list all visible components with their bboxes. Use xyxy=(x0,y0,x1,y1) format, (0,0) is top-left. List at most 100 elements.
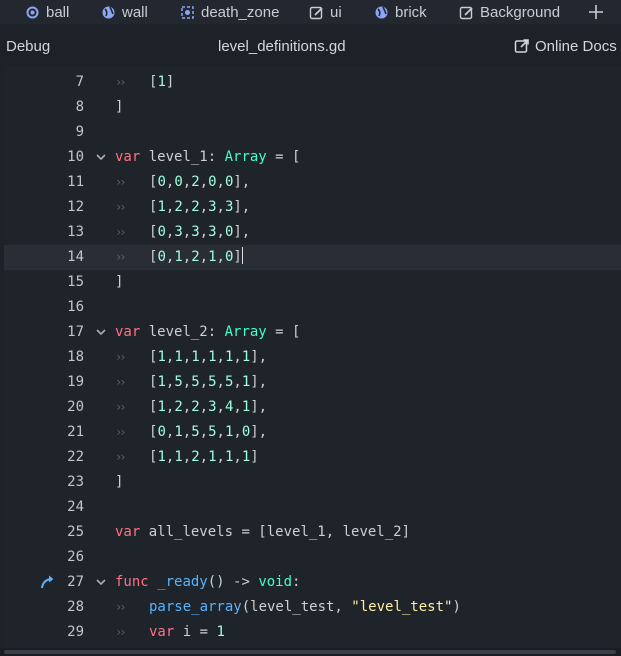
code-line[interactable]: 29 ›› var i = 1 xyxy=(4,620,621,645)
code-text: ] xyxy=(115,274,124,290)
code-line[interactable]: 18 ›› [1,1,1,1,1,1], xyxy=(4,345,621,370)
indent-marker-icon: ›› xyxy=(115,75,127,89)
scene-tab-bar: ball wall death_zone ui brick Background xyxy=(0,0,621,24)
indent-marker-icon: ›› xyxy=(115,450,127,464)
indent-marker-icon: ›› xyxy=(115,350,127,364)
code-line[interactable]: 8] xyxy=(4,95,621,120)
tab-brick[interactable]: brick xyxy=(373,0,427,24)
debug-menu[interactable]: Debug xyxy=(6,38,50,55)
line-number: 18 xyxy=(67,349,84,365)
external-link-icon xyxy=(514,38,530,54)
fold-arrow-icon[interactable] xyxy=(96,320,108,345)
code-line[interactable]: 16 xyxy=(4,295,621,320)
tab-death-zone[interactable]: death_zone xyxy=(179,0,279,24)
control-node-icon xyxy=(308,4,324,20)
globe-icon xyxy=(100,4,116,20)
online-docs-button[interactable]: Online Docs xyxy=(514,38,617,55)
scrollbar-thumb[interactable] xyxy=(4,650,616,654)
code-text: [1] xyxy=(149,74,175,90)
line-number: 15 xyxy=(67,274,84,290)
indent-marker-icon: ›› xyxy=(115,375,127,389)
line-number: 29 xyxy=(67,624,84,640)
tab-label: death_zone xyxy=(201,3,280,21)
code-line[interactable]: 27 func _ready() -> void: xyxy=(4,570,621,595)
code-text: func _ready() -> void: xyxy=(115,574,301,590)
script-toolbar: Debug level_definitions.gd Online Docs xyxy=(0,34,621,58)
code-line[interactable]: 10 var level_1: Array = [ xyxy=(4,145,621,170)
tab-wall[interactable]: wall xyxy=(100,0,148,24)
line-number: 11 xyxy=(67,174,84,190)
code-line[interactable]: 9 xyxy=(4,120,621,145)
indent-marker-icon: ›› xyxy=(115,400,127,414)
tab-background[interactable]: Background xyxy=(458,0,560,24)
line-number: 10 xyxy=(67,149,84,165)
code-text: [1,2,2,3,4,1], xyxy=(149,399,268,415)
code-text: [1,5,5,5,5,1], xyxy=(149,374,268,390)
code-line[interactable]: 11 ›› [0,0,2,0,0], xyxy=(4,170,621,195)
line-number: 19 xyxy=(67,374,84,390)
line-number: 28 xyxy=(67,599,84,615)
area-node-icon xyxy=(179,4,195,20)
indent-marker-icon: ›› xyxy=(115,625,127,639)
indent-marker-icon: ›› xyxy=(115,225,127,239)
ball-node-icon xyxy=(24,4,40,20)
code-line[interactable]: 24 xyxy=(4,495,621,520)
indent-marker-icon: ›› xyxy=(115,600,127,614)
line-number: 25 xyxy=(67,524,84,540)
line-number: 24 xyxy=(67,499,84,515)
control-node-icon xyxy=(458,4,474,20)
line-number: 20 xyxy=(67,399,84,415)
line-number: 12 xyxy=(67,199,84,215)
line-number: 23 xyxy=(67,474,84,490)
code-text: parse_array(level_test, "level_test") xyxy=(149,599,461,615)
line-number: 21 xyxy=(67,424,84,440)
code-text: [0,1,5,5,1,0], xyxy=(149,424,268,440)
fold-arrow-icon[interactable] xyxy=(96,570,108,595)
line-number: 16 xyxy=(67,299,84,315)
code-text: var i = 1 xyxy=(149,624,225,640)
code-text: ] xyxy=(115,99,124,115)
code-text: [0,1,2,1,0] xyxy=(149,247,243,265)
code-text: ] xyxy=(115,474,124,490)
horizontal-scrollbar[interactable] xyxy=(0,648,621,656)
code-line[interactable]: 22 ›› [1,1,2,1,1,1] xyxy=(4,445,621,470)
tab-label: ui xyxy=(330,3,342,21)
indent-marker-icon: ›› xyxy=(115,250,127,264)
code-line[interactable]: 21 ›› [0,1,5,5,1,0], xyxy=(4,420,621,445)
code-line[interactable]: 12 ›› [1,2,2,3,3], xyxy=(4,195,621,220)
code-line[interactable]: 20 ›› [1,2,2,3,4,1], xyxy=(4,395,621,420)
code-line[interactable]: 7 ›› [1] xyxy=(4,70,621,95)
code-line[interactable]: 17 var level_2: Array = [ xyxy=(4,320,621,345)
code-line[interactable]: 13 ›› [0,3,3,3,0], xyxy=(4,220,621,245)
line-number: 27 xyxy=(67,574,84,590)
script-file-name: level_definitions.gd xyxy=(218,37,346,55)
code-line[interactable]: 28 ›› parse_array(level_test, "level_test"… xyxy=(4,595,621,620)
indent-marker-icon: ›› xyxy=(115,175,127,189)
line-number: 9 xyxy=(75,124,84,140)
add-tab-button[interactable] xyxy=(586,0,606,24)
code-line[interactable]: 26 xyxy=(4,545,621,570)
code-text: var all_levels = [level_1, level_2] xyxy=(115,524,411,540)
tab-label: ball xyxy=(46,3,70,21)
tab-ui[interactable]: ui xyxy=(308,0,342,24)
code-editor[interactable]: 7 ›› [1] 8] 9 10 var level_1: Array = [ 11 ›› [0,… xyxy=(4,66,621,656)
globe-icon xyxy=(373,4,389,20)
fold-arrow-icon[interactable] xyxy=(96,145,108,170)
code-text: [1,1,2,1,1,1] xyxy=(149,449,259,465)
indent-marker-icon: ›› xyxy=(115,425,127,439)
plus-icon xyxy=(589,5,603,19)
line-number: 17 xyxy=(67,324,84,340)
code-line[interactable]: 25 var all_levels = [level_1, level_2] xyxy=(4,520,621,545)
code-text: [0,0,2,0,0], xyxy=(149,174,251,190)
code-line[interactable]: 19 ›› [1,5,5,5,5,1], xyxy=(4,370,621,395)
tab-ball[interactable]: ball xyxy=(24,0,69,24)
line-number: 7 xyxy=(75,74,84,90)
code-line[interactable]: 23] xyxy=(4,470,621,495)
code-line[interactable]: 15] xyxy=(4,270,621,295)
code-line[interactable]: 14 ›› [0,1,2,1,0] xyxy=(4,245,621,270)
line-number: 22 xyxy=(67,449,84,465)
tab-label: wall xyxy=(122,3,148,21)
code-text: [0,3,3,3,0], xyxy=(149,224,251,240)
text-caret xyxy=(241,247,243,264)
line-number: 13 xyxy=(67,224,84,240)
